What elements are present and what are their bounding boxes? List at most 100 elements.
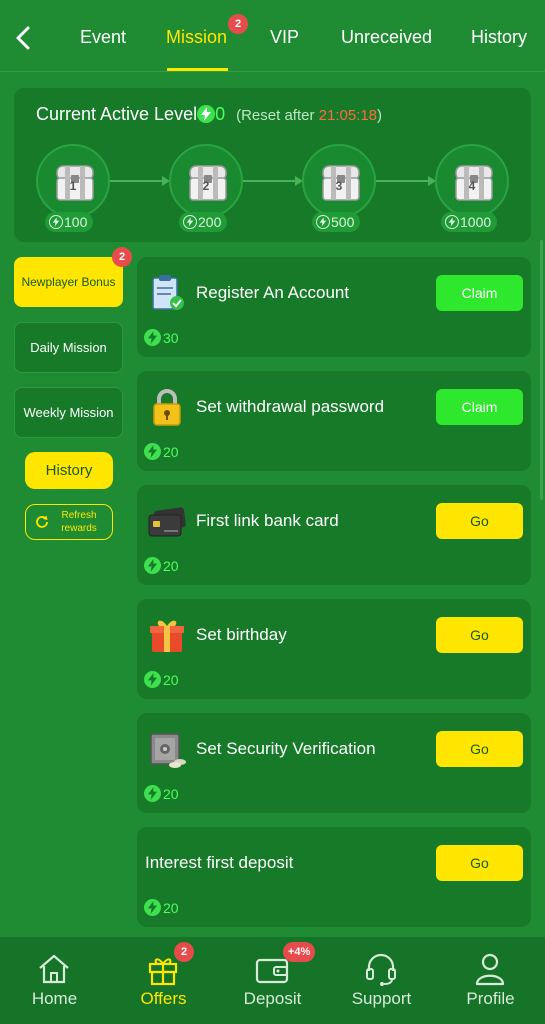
reward-chest-3[interactable]: 3 bbox=[302, 144, 376, 218]
level-title: Current Active Level bbox=[36, 104, 198, 124]
lightning-icon bbox=[144, 329, 161, 346]
reward-value: 30 bbox=[163, 330, 179, 346]
mission-title: Set birthday bbox=[196, 625, 287, 644]
refresh-icon bbox=[34, 514, 50, 530]
nav-support-label: Support bbox=[351, 989, 412, 1008]
newplayer-badge: 2 bbox=[112, 247, 132, 267]
bottom-navigation: Home Offers 2 Deposit +4% Support Profil… bbox=[0, 937, 545, 1024]
claim-button[interactable]: Claim bbox=[436, 389, 523, 425]
mission-reward: 20 bbox=[144, 671, 179, 688]
back-arrow-icon[interactable] bbox=[10, 22, 38, 54]
chest-number: 3 bbox=[335, 179, 343, 193]
go-button[interactable]: Go bbox=[436, 617, 523, 653]
chest-number: 1 bbox=[69, 179, 77, 193]
mission-card: Register An Account 30 Claim bbox=[137, 257, 531, 357]
lightning-icon bbox=[49, 215, 63, 229]
newplayer-bonus-button[interactable]: Newplayer Bonus bbox=[14, 257, 123, 307]
mission-title: Set Security Verification bbox=[196, 739, 376, 758]
refresh-rewards-button[interactable]: Refresh rewards bbox=[25, 504, 113, 540]
top-tab-bar: Event Mission 2 VIP Unreceived History bbox=[0, 0, 545, 72]
mission-title: First link bank card bbox=[196, 511, 339, 530]
clipboard-check-icon bbox=[147, 273, 187, 313]
nav-offers-label: Offers bbox=[140, 989, 187, 1008]
bank-card-icon bbox=[147, 501, 187, 541]
tab-history[interactable]: History bbox=[471, 27, 527, 48]
headset-icon bbox=[363, 951, 399, 987]
tab-mission[interactable]: Mission bbox=[166, 27, 227, 48]
daily-mission-button[interactable]: Daily Mission bbox=[14, 322, 123, 373]
lightning-icon bbox=[144, 899, 161, 916]
user-icon bbox=[472, 951, 508, 987]
mission-card: First link bank card 20 Go bbox=[137, 485, 531, 585]
lightning-icon bbox=[144, 785, 161, 802]
level-header: Current Active Level 0 (Reset after 21:05… bbox=[36, 104, 382, 125]
reward-value: 20 bbox=[163, 900, 179, 916]
tab-vip[interactable]: VIP bbox=[270, 27, 299, 48]
reward-chest-2[interactable]: 2 bbox=[169, 144, 243, 218]
lightning-icon bbox=[144, 443, 161, 460]
progress-arrow bbox=[110, 176, 170, 186]
go-button[interactable]: Go bbox=[436, 845, 523, 881]
nav-home-label: Home bbox=[31, 989, 78, 1008]
claim-button[interactable]: Claim bbox=[436, 275, 523, 311]
refresh-label: Refresh rewards bbox=[61, 510, 97, 534]
points-value: 100 bbox=[64, 214, 88, 230]
chest-number: 4 bbox=[468, 179, 476, 193]
mission-badge: 2 bbox=[228, 14, 248, 34]
reset-time: 21:05:18 bbox=[318, 107, 378, 124]
nav-profile-label: Profile bbox=[466, 989, 515, 1008]
reset-suffix: ) bbox=[377, 107, 383, 124]
reset-prefix: (Reset after bbox=[236, 107, 319, 124]
lightning-icon bbox=[144, 671, 161, 688]
tab-event[interactable]: Event bbox=[80, 27, 126, 48]
safe-icon bbox=[147, 729, 187, 769]
mission-reward: 30 bbox=[144, 329, 179, 346]
reward-value: 20 bbox=[163, 786, 179, 802]
chest-points-4: 1000 bbox=[441, 212, 498, 232]
tab-unreceived[interactable]: Unreceived bbox=[341, 27, 432, 48]
weekly-mission-button[interactable]: Weekly Mission bbox=[14, 387, 123, 438]
mission-title: Register An Account bbox=[196, 283, 350, 302]
home-icon bbox=[36, 951, 72, 987]
reward-value: 20 bbox=[163, 558, 179, 574]
mission-reward: 20 bbox=[144, 443, 179, 460]
go-button[interactable]: Go bbox=[436, 503, 523, 539]
padlock-icon bbox=[147, 387, 187, 427]
reset-timer: (Reset after 21:05:18) bbox=[236, 107, 382, 124]
mission-reward: 20 bbox=[144, 785, 179, 802]
level-value: 0 bbox=[215, 104, 226, 124]
reward-value: 20 bbox=[163, 444, 179, 460]
scrollbar[interactable] bbox=[540, 240, 543, 500]
lightning-icon bbox=[197, 105, 216, 123]
gift-box-icon bbox=[147, 615, 187, 655]
points-value: 1000 bbox=[460, 214, 492, 230]
active-level-panel: Current Active Level 0 (Reset after 21:05… bbox=[14, 88, 531, 242]
lightning-icon bbox=[183, 215, 197, 229]
mission-card: Set Security Verification 20 Go bbox=[137, 713, 531, 813]
mission-reward: 20 bbox=[144, 899, 179, 916]
nav-offers[interactable]: Offers bbox=[109, 937, 218, 1024]
chest-points-3: 500 bbox=[312, 212, 361, 232]
chest-points-1: 100 bbox=[45, 212, 94, 232]
reward-chest-4[interactable]: 4 bbox=[435, 144, 509, 218]
chest-points-2: 200 bbox=[179, 212, 228, 232]
mission-reward: 20 bbox=[144, 557, 179, 574]
mission-title: Set withdrawal password bbox=[196, 397, 385, 416]
points-value: 200 bbox=[198, 214, 222, 230]
offers-badge: 2 bbox=[174, 942, 194, 962]
progress-arrow bbox=[243, 176, 303, 186]
nav-profile[interactable]: Profile bbox=[436, 937, 545, 1024]
reward-chest-1[interactable]: 1 bbox=[36, 144, 110, 218]
mission-card: Set birthday 20 Go bbox=[137, 599, 531, 699]
nav-home[interactable]: Home bbox=[0, 937, 109, 1024]
nav-support[interactable]: Support bbox=[327, 937, 436, 1024]
lightning-icon bbox=[144, 557, 161, 574]
mission-card: Interest first deposit 20 Go bbox=[137, 827, 531, 927]
progress-arrow bbox=[376, 176, 436, 186]
history-button[interactable]: History bbox=[25, 452, 113, 489]
go-button[interactable]: Go bbox=[436, 731, 523, 767]
nav-deposit-label: Deposit bbox=[243, 989, 302, 1008]
mission-title: Interest first deposit bbox=[145, 853, 294, 872]
deposit-bonus-badge: +4% bbox=[283, 942, 316, 962]
lightning-icon bbox=[316, 215, 330, 229]
